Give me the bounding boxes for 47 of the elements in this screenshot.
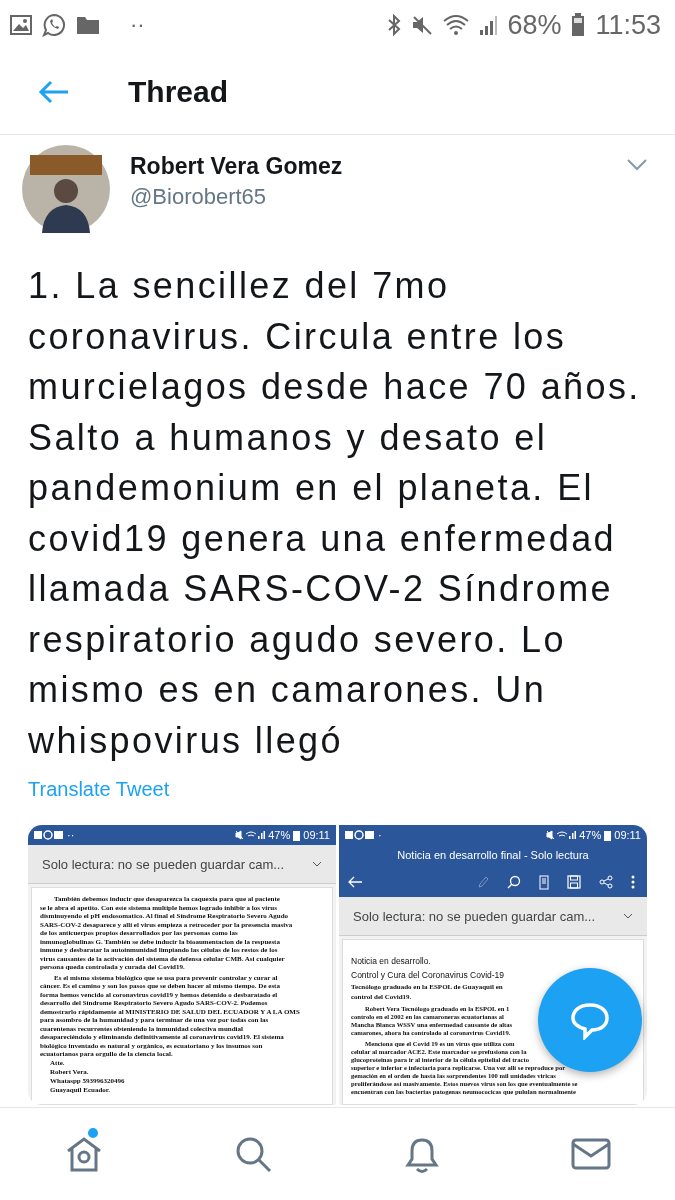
- image-icon: [10, 15, 32, 35]
- document-heading: Control y Cura del Coronavirus Covid-19: [351, 969, 505, 982]
- chevron-down-icon[interactable]: [627, 159, 647, 171]
- battery-percentage: 68%: [507, 9, 562, 41]
- status-icons: [546, 830, 577, 840]
- save-icon[interactable]: [567, 875, 581, 889]
- signal-icon: [479, 14, 498, 36]
- chat-bubble-icon: [42, 13, 66, 37]
- notification-icons: [34, 830, 64, 840]
- search-icon[interactable]: [507, 875, 521, 889]
- folder-icon: [76, 15, 100, 35]
- page-title: Thread: [128, 75, 229, 109]
- battery-percentage: 47%: [579, 829, 602, 841]
- notification-icons: [345, 830, 375, 840]
- status-icons: [235, 830, 266, 840]
- read-only-notice: Solo lectura: no se pueden guardar cam...: [42, 856, 285, 872]
- reader-icon[interactable]: [539, 874, 549, 890]
- read-only-notice: Solo lectura: no se pueden guardar cam...: [353, 908, 596, 924]
- more-notifications: ··: [67, 829, 75, 841]
- search-icon: [234, 1135, 273, 1173]
- battery-icon: [604, 829, 612, 841]
- clock-time: 09:11: [614, 829, 641, 841]
- battery-icon: [571, 13, 586, 37]
- screenshot-card[interactable]: [339, 825, 647, 1105]
- bluetooth-icon: [387, 14, 402, 36]
- document-heading: Noticia en desarrollo.: [351, 955, 431, 968]
- wifi-icon: [443, 14, 470, 36]
- more-icon[interactable]: [631, 875, 635, 889]
- clock-time: 09:11: [303, 829, 330, 841]
- document-title: Noticia en desarrollo final - Solo lectura: [339, 845, 647, 867]
- mute-icon: [411, 14, 434, 36]
- clock-time: 11:53: [595, 9, 661, 41]
- more-notifications: ·: [378, 829, 382, 841]
- tweet-text: 1. La sencillez del 7mo coronavirus. Circula entre los murcielagos desde hace 70 años. Salto a humanos y desato el pandemonium en el planeta. El covid19 genera una enfermedad llamada SARS-COV-2 Síndrome respiratorio agudo severo. Lo mismo es en camarones. Un whispovirus llegó: [28, 264, 642, 763]
- screenshot-card[interactable]: [28, 825, 336, 1105]
- battery-percentage: 47%: [268, 829, 291, 841]
- speech-bubble-icon: [570, 1000, 610, 1040]
- share-icon[interactable]: [599, 875, 613, 889]
- author-handle[interactable]: @Biorobert65: [130, 184, 343, 210]
- chevron-down-icon[interactable]: [623, 913, 633, 919]
- chevron-down-icon[interactable]: [312, 861, 322, 867]
- battery-icon: [293, 829, 301, 841]
- avatar[interactable]: [22, 145, 110, 233]
- translate-link[interactable]: Translate Tweet: [28, 778, 170, 801]
- more-notifications: ··: [130, 12, 145, 38]
- envelope-icon: [570, 1138, 611, 1170]
- author-name[interactable]: Robert Vera Gomez: [130, 153, 343, 180]
